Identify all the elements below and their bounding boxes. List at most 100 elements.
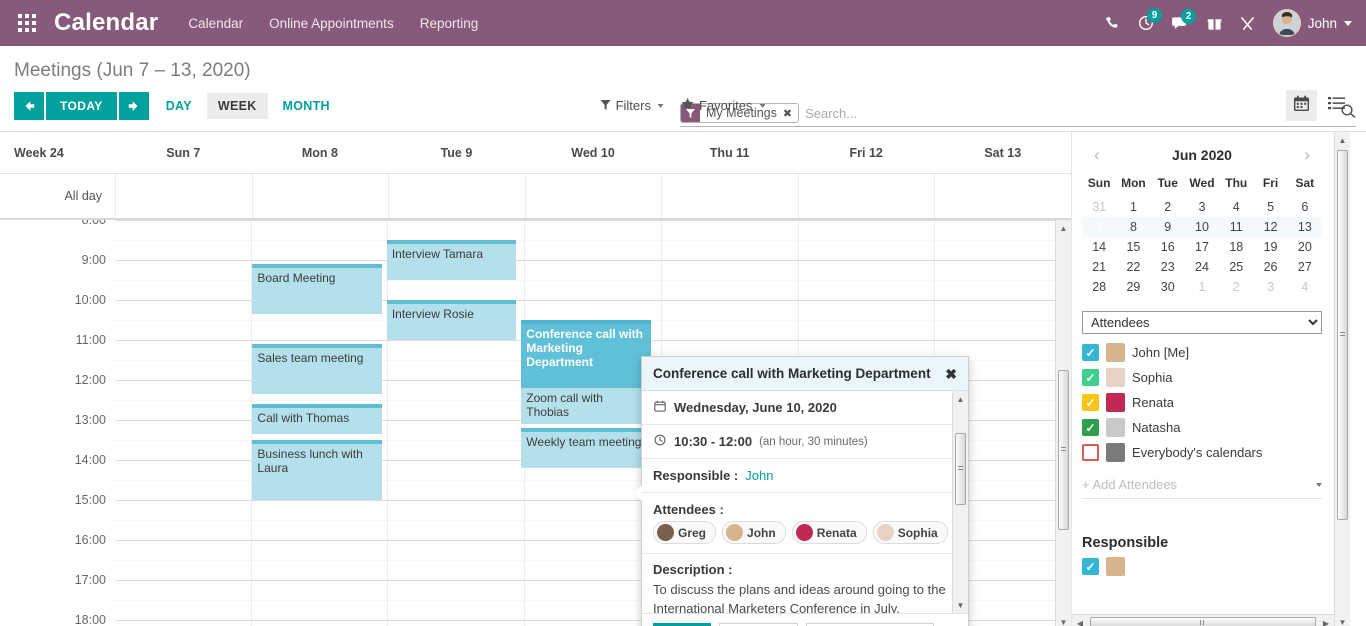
mini-day-cell[interactable]: 15 <box>1116 237 1150 257</box>
calendar-event[interactable]: Business lunch with Laura <box>252 440 382 500</box>
all-day-cell[interactable] <box>115 174 252 218</box>
day-header-thu[interactable]: Thu 11 <box>661 146 798 160</box>
attendee-filter-row[interactable]: Everybody's calendars <box>1082 440 1322 465</box>
checkbox[interactable]: ✓ <box>1082 344 1099 361</box>
calendar-event[interactable]: Zoom call with Thobias <box>521 384 651 424</box>
mini-day-cell[interactable]: 20 <box>1288 237 1322 257</box>
day-header-wed[interactable]: Wed 10 <box>525 146 662 160</box>
mini-day-cell[interactable]: 26 <box>1253 257 1287 277</box>
mini-day-cell[interactable]: 19 <box>1253 237 1287 257</box>
checkbox[interactable]: ✓ <box>1082 558 1099 575</box>
user-menu[interactable]: John <box>1272 9 1352 37</box>
mini-day-cell[interactable]: 5 <box>1253 197 1287 217</box>
scroll-up-icon[interactable]: ▲ <box>1056 220 1071 236</box>
day-header-sun[interactable]: Sun 7 <box>115 146 252 160</box>
apps-grid-icon[interactable] <box>0 14 54 32</box>
checkbox[interactable]: ✓ <box>1082 369 1099 386</box>
mini-day-cell[interactable]: 12 <box>1253 217 1288 237</box>
mini-day-cell[interactable]: 29 <box>1116 277 1150 297</box>
list-view-icon[interactable] <box>1321 90 1352 121</box>
filters-dropdown[interactable]: Filters <box>600 98 664 113</box>
sidebar-scrollbar[interactable]: ▲ ▼ <box>1334 132 1350 626</box>
scrollbar-thumb[interactable] <box>1337 150 1348 520</box>
calendar-event[interactable]: Sales team meeting <box>252 344 382 394</box>
scroll-right-icon[interactable]: ▶ <box>1318 615 1334 626</box>
mini-day-cell[interactable]: 25 <box>1219 257 1253 277</box>
mini-day-cell[interactable]: 3 <box>1185 197 1219 217</box>
attendee-chip[interactable]: Sophia <box>872 521 948 544</box>
scale-week-button[interactable]: WEEK <box>206 92 268 119</box>
close-icon[interactable]: ✖ <box>945 367 957 381</box>
messages-icon[interactable]: 2 <box>1171 8 1197 31</box>
checkbox[interactable] <box>1082 444 1099 461</box>
attendee-chip[interactable]: John <box>722 521 786 544</box>
mini-day-cell[interactable]: 4 <box>1219 197 1253 217</box>
next-period-button[interactable] <box>118 91 149 120</box>
day-header-mon[interactable]: Mon 8 <box>252 146 389 160</box>
add-attendees-input[interactable]: + Add Attendees <box>1082 465 1322 499</box>
mini-day-cell[interactable]: 9 <box>1150 217 1185 237</box>
calendar-event[interactable]: Interview Rosie <box>386 300 517 340</box>
all-day-cell[interactable] <box>524 174 662 218</box>
day-header-fri[interactable]: Fri 12 <box>798 146 935 160</box>
calendar-scrollbar[interactable]: ▲ ▼ <box>1055 220 1071 626</box>
nav-link-reporting[interactable]: Reporting <box>420 16 479 31</box>
mini-day-cell[interactable]: 21 <box>1082 257 1116 277</box>
mini-day-cell[interactable]: 24 <box>1185 257 1219 277</box>
mini-day-cell[interactable]: 3 <box>1253 277 1287 297</box>
mini-day-cell[interactable]: 2 <box>1151 197 1185 217</box>
mini-day-cell[interactable]: 16 <box>1151 237 1185 257</box>
tools-icon[interactable] <box>1240 16 1255 31</box>
all-day-cell[interactable] <box>934 174 1071 218</box>
mini-day-cell[interactable]: 13 <box>1287 217 1322 237</box>
calendar-event[interactable]: Weekly team meeting <box>521 428 651 468</box>
calendar-event[interactable]: Call with Thomas <box>252 404 382 434</box>
scale-day-button[interactable]: DAY <box>155 93 203 119</box>
attendee-filter-row[interactable]: ✓ John [Me] <box>1082 340 1322 365</box>
gift-icon[interactable] <box>1207 16 1222 31</box>
scroll-down-icon[interactable]: ▼ <box>1335 614 1350 626</box>
mini-day-cell[interactable]: 1 <box>1116 197 1150 217</box>
all-day-cell[interactable] <box>797 174 935 218</box>
mini-day-cell[interactable]: 23 <box>1151 257 1185 277</box>
mini-day-cell[interactable]: 8 <box>1116 217 1151 237</box>
scrollbar-thumb[interactable] <box>955 433 966 505</box>
scroll-left-icon[interactable]: ◀ <box>1072 615 1088 626</box>
popover-scrollbar[interactable]: ▲ ▼ <box>952 391 968 613</box>
mini-day-cell[interactable]: 28 <box>1082 277 1116 297</box>
calendar-view-icon[interactable] <box>1286 90 1317 121</box>
sidebar-filter-select[interactable]: Attendees <box>1082 311 1322 334</box>
all-day-cell[interactable] <box>251 174 389 218</box>
day-header-sat[interactable]: Sat 13 <box>934 146 1071 160</box>
chevron-right-icon[interactable]: › <box>1304 146 1310 163</box>
attendee-filter-row[interactable]: ✓ Renata <box>1082 390 1322 415</box>
checkbox[interactable]: ✓ <box>1082 394 1099 411</box>
all-day-cell[interactable] <box>661 174 798 218</box>
mini-day-cell[interactable]: 31 <box>1082 197 1116 217</box>
mini-day-cell[interactable]: 6 <box>1288 197 1322 217</box>
mini-day-cell[interactable]: 30 <box>1151 277 1185 297</box>
mini-day-cell[interactable]: 17 <box>1185 237 1219 257</box>
attendee-chip[interactable]: Renata <box>791 521 867 544</box>
mini-day-cell[interactable]: 10 <box>1184 217 1220 237</box>
today-button[interactable]: TODAY <box>46 91 117 120</box>
mini-day-cell[interactable]: 4 <box>1288 277 1322 297</box>
mini-day-cell[interactable]: 7 <box>1082 217 1117 237</box>
activity-clock-icon[interactable]: 9 <box>1138 8 1163 31</box>
mini-day-cell[interactable]: 11 <box>1219 217 1254 237</box>
prev-period-button[interactable] <box>14 91 44 120</box>
scale-month-button[interactable]: MONTH <box>272 93 341 119</box>
day-header-tue[interactable]: Tue 9 <box>388 146 525 160</box>
mini-day-cell[interactable]: 2 <box>1219 277 1253 297</box>
attendee-filter-row[interactable]: ✓ Sophia <box>1082 365 1322 390</box>
calendar-event[interactable]: Conference call with Marketing Departmen… <box>521 320 651 384</box>
attendee-chip[interactable]: Greg <box>653 521 717 544</box>
chevron-left-icon[interactable]: ‹ <box>1094 146 1100 163</box>
attendee-filter-row[interactable]: ✓ Natasha <box>1082 415 1322 440</box>
responsible-value[interactable]: John <box>745 468 773 483</box>
scrollbar-thumb[interactable] <box>1058 370 1069 530</box>
mini-day-cell[interactable]: 18 <box>1219 237 1253 257</box>
phone-icon[interactable] <box>1105 16 1120 31</box>
scroll-up-icon[interactable]: ▲ <box>953 391 968 407</box>
calendar-event[interactable]: Board Meeting <box>252 264 382 314</box>
